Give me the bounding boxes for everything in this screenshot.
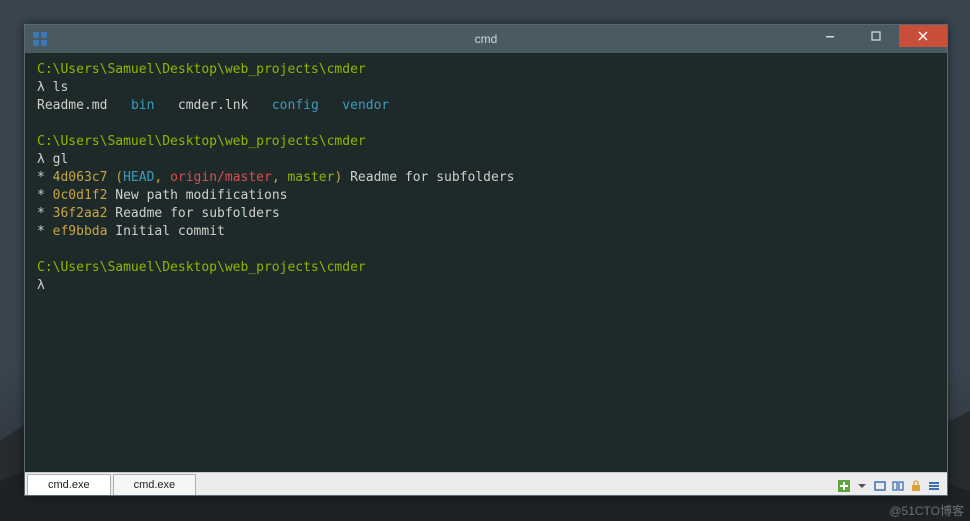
gl-msg: Readme for subfolders [107,206,279,221]
rect-icon[interactable] [873,479,887,493]
prompt-lambda: λ [37,152,45,167]
ls-item: vendor [342,98,389,113]
prompt-path: C:\Users\Samuel\Desktop\web_projects\cmd… [37,260,366,275]
close-icon [918,31,928,41]
gl-head: HEAD [123,170,154,185]
gl-star: * [37,188,45,203]
tab-cmd-2[interactable]: cmd.exe [113,474,197,495]
gl-star: * [37,224,45,239]
plus-icon[interactable] [837,479,851,493]
statusbar-icons [837,479,947,495]
terminal-window: cmd C:\Users\Samuel\Desktop\web_projects… [24,24,948,496]
minimize-button[interactable] [807,25,853,47]
prompt-lambda: λ [37,278,45,293]
gl-msg: Readme for subfolders [342,170,514,185]
titlebar[interactable]: cmd [25,25,947,53]
minimize-icon [825,31,835,41]
ls-item: config [272,98,319,113]
ls-item: Readme.md [37,98,107,113]
prompt-lambda: λ [37,80,45,95]
gl-msg: New path modifications [107,188,287,203]
maximize-icon [871,31,881,41]
gl-star: * [37,206,45,221]
menu-icon[interactable] [927,479,941,493]
app-icon [33,32,47,46]
prompt-cmd: ls [53,80,69,95]
terminal-output[interactable]: C:\Users\Samuel\Desktop\web_projects\cmd… [25,53,947,472]
gl-comma: , [272,170,288,185]
maximize-button[interactable] [853,25,899,47]
gl-comma: , [154,170,170,185]
gl-msg: Initial commit [107,224,224,239]
window-controls [807,25,947,53]
watermark: @51CTO博客 [889,502,964,519]
close-button[interactable] [899,25,947,47]
gl-master: master [287,170,334,185]
tab-cmd-1[interactable]: cmd.exe [27,474,111,495]
lock-icon[interactable] [909,479,923,493]
prompt-path: C:\Users\Samuel\Desktop\web_projects\cmd… [37,134,366,149]
gl-hash: 4d063c7 [53,170,108,185]
gl-hash: 36f2aa2 [53,206,108,221]
split-icon[interactable] [891,479,905,493]
gl-origin: origin/master [170,170,272,185]
ls-item: bin [131,98,154,113]
ls-item: cmder.lnk [178,98,248,113]
gl-star: * [37,170,45,185]
gl-hash: 0c0d1f2 [53,188,108,203]
prompt-cmd: gl [53,152,69,167]
prompt-path: C:\Users\Samuel\Desktop\web_projects\cmd… [37,62,366,77]
dropdown-icon[interactable] [855,479,869,493]
gl-paren: ( [115,170,123,185]
gl-hash: ef9bbda [53,224,108,239]
desktop: cmd C:\Users\Samuel\Desktop\web_projects… [0,0,970,521]
statusbar: cmd.exe cmd.exe [25,472,947,495]
